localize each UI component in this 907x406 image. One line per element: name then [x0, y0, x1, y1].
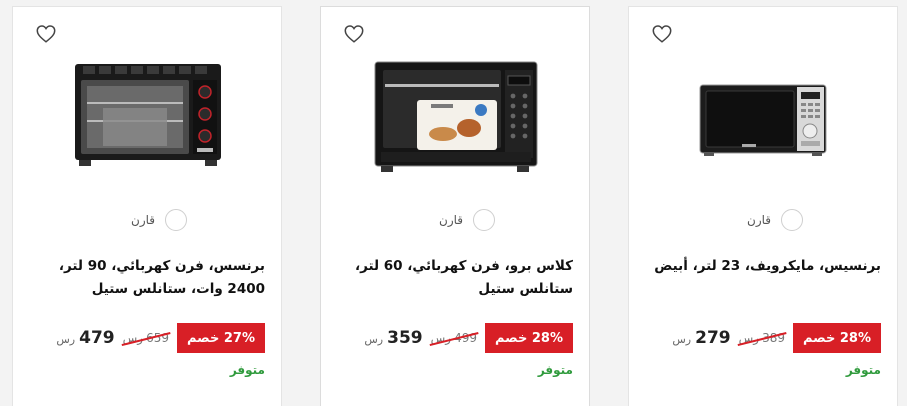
new-price: 479 رس — [56, 328, 114, 348]
product-card[interactable]: قارن كلاس برو، فرن كهربائي، 60 لتر، ستان… — [320, 6, 590, 406]
product-card[interactable]: قارن برنسيس، مايكرويف، 23 لتر، أبيض 28% … — [628, 6, 898, 406]
compare-toggle[interactable]: قارن — [629, 209, 897, 231]
discount-badge: 27% خصم — [176, 323, 265, 353]
product-title[interactable]: برنسيس، مايكرويف، 23 لتر، أبيض — [643, 255, 881, 278]
stock-status: متوفر — [537, 363, 573, 377]
product-image-oven-princess[interactable] — [43, 43, 253, 193]
compare-toggle[interactable]: قارن — [321, 209, 589, 231]
compare-checkbox-icon[interactable] — [165, 209, 187, 231]
old-price: 659 رس — [121, 331, 171, 346]
heart-icon[interactable] — [35, 23, 57, 45]
price-row: 27% خصم 659 رس 479 رس — [56, 323, 265, 353]
heart-icon[interactable] — [343, 23, 365, 45]
compare-checkbox-icon[interactable] — [473, 209, 495, 231]
new-price-currency: رس — [56, 333, 76, 346]
compare-checkbox-icon[interactable] — [781, 209, 803, 231]
compare-label: قارن — [131, 213, 155, 227]
new-price-value: 359 — [387, 328, 423, 348]
new-price-value: 279 — [695, 328, 731, 348]
product-image-microwave[interactable] — [659, 43, 869, 193]
new-price-currency: رس — [364, 333, 384, 346]
new-price-currency: رس — [672, 333, 692, 346]
old-price: 389 رس — [737, 331, 787, 346]
compare-label: قارن — [439, 213, 463, 227]
stock-status: متوفر — [845, 363, 881, 377]
compare-toggle[interactable]: قارن — [13, 209, 281, 231]
new-price-value: 479 — [79, 328, 115, 348]
new-price: 279 رس — [672, 328, 730, 348]
discount-badge: 28% خصم — [484, 323, 573, 353]
compare-label: قارن — [747, 213, 771, 227]
price-row: 28% خصم 499 رس 359 رس — [364, 323, 573, 353]
product-title[interactable]: برنسس، فرن كهربائي، 90 لتر، 2400 وات، ست… — [27, 255, 265, 301]
new-price: 359 رس — [364, 328, 422, 348]
product-image-oven-classpro[interactable] — [351, 43, 561, 193]
price-row: 28% خصم 389 رس 279 رس — [672, 323, 881, 353]
product-card[interactable]: قارن برنسس، فرن كهربائي، 90 لتر، 2400 وا… — [12, 6, 282, 406]
old-price: 499 رس — [429, 331, 479, 346]
stock-status: متوفر — [229, 363, 265, 377]
heart-icon[interactable] — [651, 23, 673, 45]
product-title[interactable]: كلاس برو، فرن كهربائي، 60 لتر، ستانلس ست… — [335, 255, 573, 301]
discount-badge: 28% خصم — [792, 323, 881, 353]
